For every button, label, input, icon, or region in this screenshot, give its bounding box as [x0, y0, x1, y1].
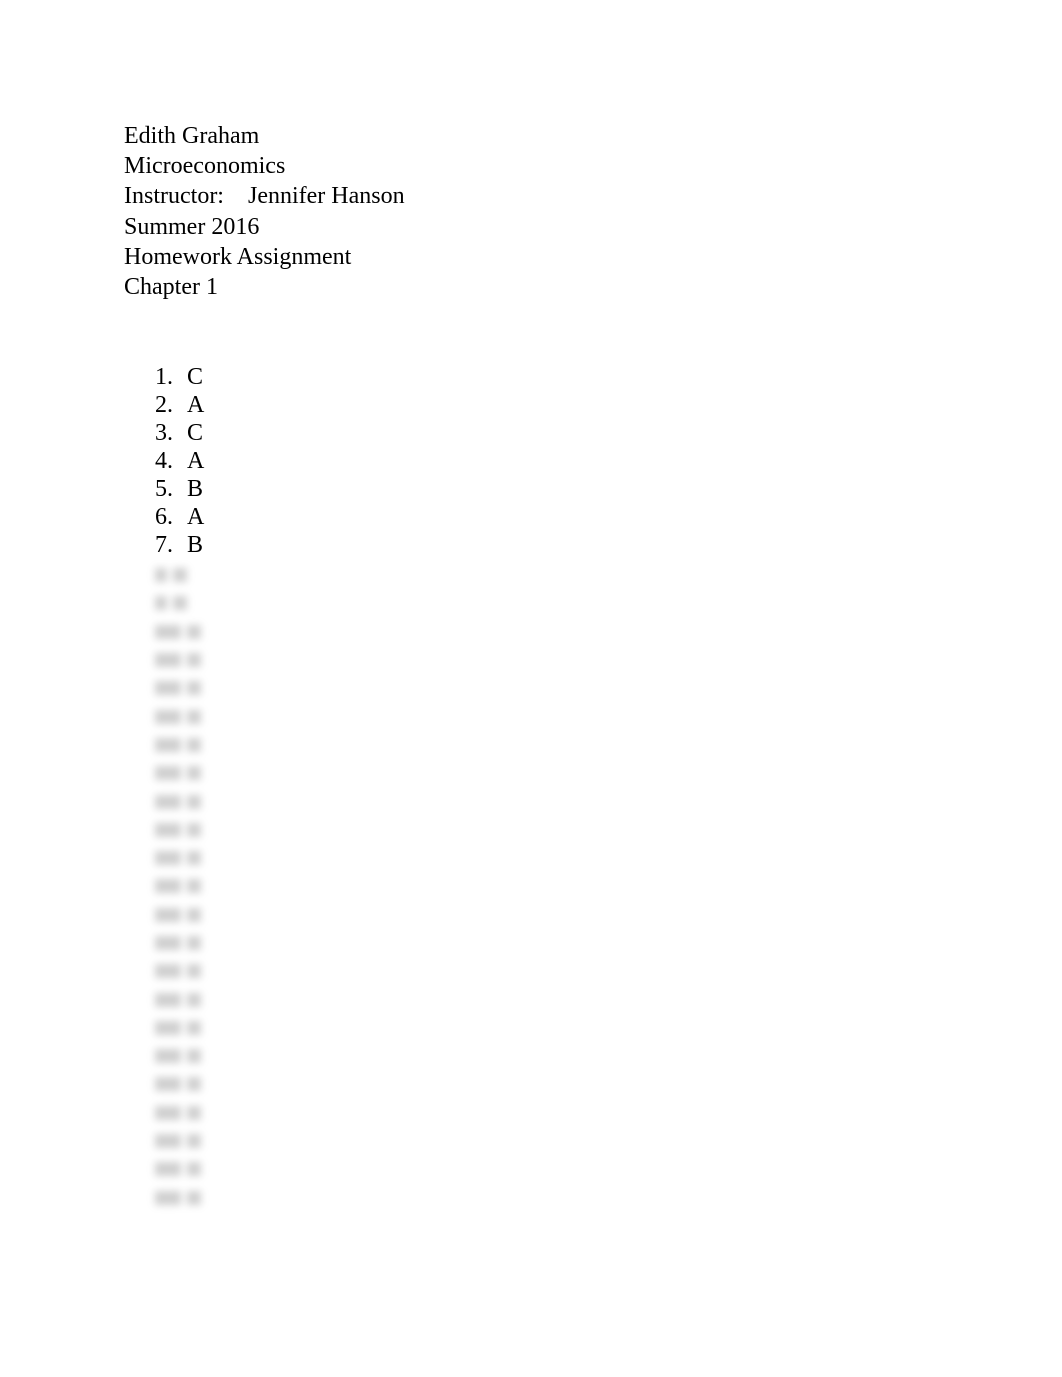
answer-value: C [187, 364, 204, 390]
answer-number: 7. [155, 532, 173, 558]
answer-value: B [187, 476, 204, 502]
blurred-answer-list [155, 561, 215, 1212]
answer-value: A [187, 392, 205, 418]
blurred-answer-item [155, 1070, 215, 1098]
blurred-answer-item [155, 731, 215, 759]
answer-list: 1. C 2. A 3. C 4. A 5. B 6. A 7. B [155, 363, 217, 559]
blurred-answer-item [155, 1155, 215, 1183]
blurred-answer-item [155, 674, 215, 702]
document-header: Edith Graham Microeconomics Instructor: … [124, 121, 405, 302]
answer-value: A [187, 448, 205, 474]
blurred-answer-item [155, 561, 215, 589]
blurred-answer-item [155, 901, 215, 929]
blurred-answer-item [155, 816, 215, 844]
blurred-answer-item [155, 1042, 215, 1070]
assignment-title: Homework Assignment [124, 243, 352, 270]
blurred-answer-item [155, 787, 215, 815]
answer-item: 7. B [155, 531, 217, 559]
blurred-answer-item [155, 1184, 215, 1212]
answer-value: B [187, 532, 204, 558]
answer-number: 3. [155, 420, 173, 446]
student-name: Edith Graham [124, 123, 260, 149]
chapter-label: Chapter 1 [124, 274, 218, 301]
blurred-answer-item [155, 929, 215, 957]
instructor-line: Instructor: Jennifer Hanson [124, 183, 405, 210]
blurred-answer-item [155, 702, 215, 730]
answer-item: 1. C [155, 363, 217, 391]
blurred-answer-item [155, 1127, 215, 1155]
blurred-answer-item [155, 1014, 215, 1042]
answer-item: 6. A [155, 503, 217, 531]
blurred-answer-item [155, 957, 215, 985]
blurred-answer-item [155, 985, 215, 1013]
course-name: Microeconomics [124, 153, 286, 180]
answer-item: 5. B [155, 475, 217, 503]
blurred-answer-item [155, 618, 215, 646]
answer-item: 4. A [155, 447, 217, 475]
answer-number: 6. [155, 504, 173, 530]
answer-number: 4. [155, 448, 173, 474]
term: Summer 2016 [124, 213, 260, 240]
blurred-answer-item [155, 1099, 215, 1127]
answer-number: 1. [155, 364, 173, 390]
blurred-answer-item [155, 844, 215, 872]
blurred-answer-item [155, 646, 215, 674]
answer-number: 5. [155, 476, 173, 502]
answer-item: 2. A [155, 391, 217, 419]
answer-value: A [187, 504, 205, 530]
answer-value: C [187, 420, 204, 446]
blurred-answer-item [155, 589, 215, 617]
answer-item: 3. C [155, 419, 217, 447]
answer-number: 2. [155, 392, 173, 418]
blurred-answer-item [155, 759, 215, 787]
blurred-answer-item [155, 872, 215, 900]
